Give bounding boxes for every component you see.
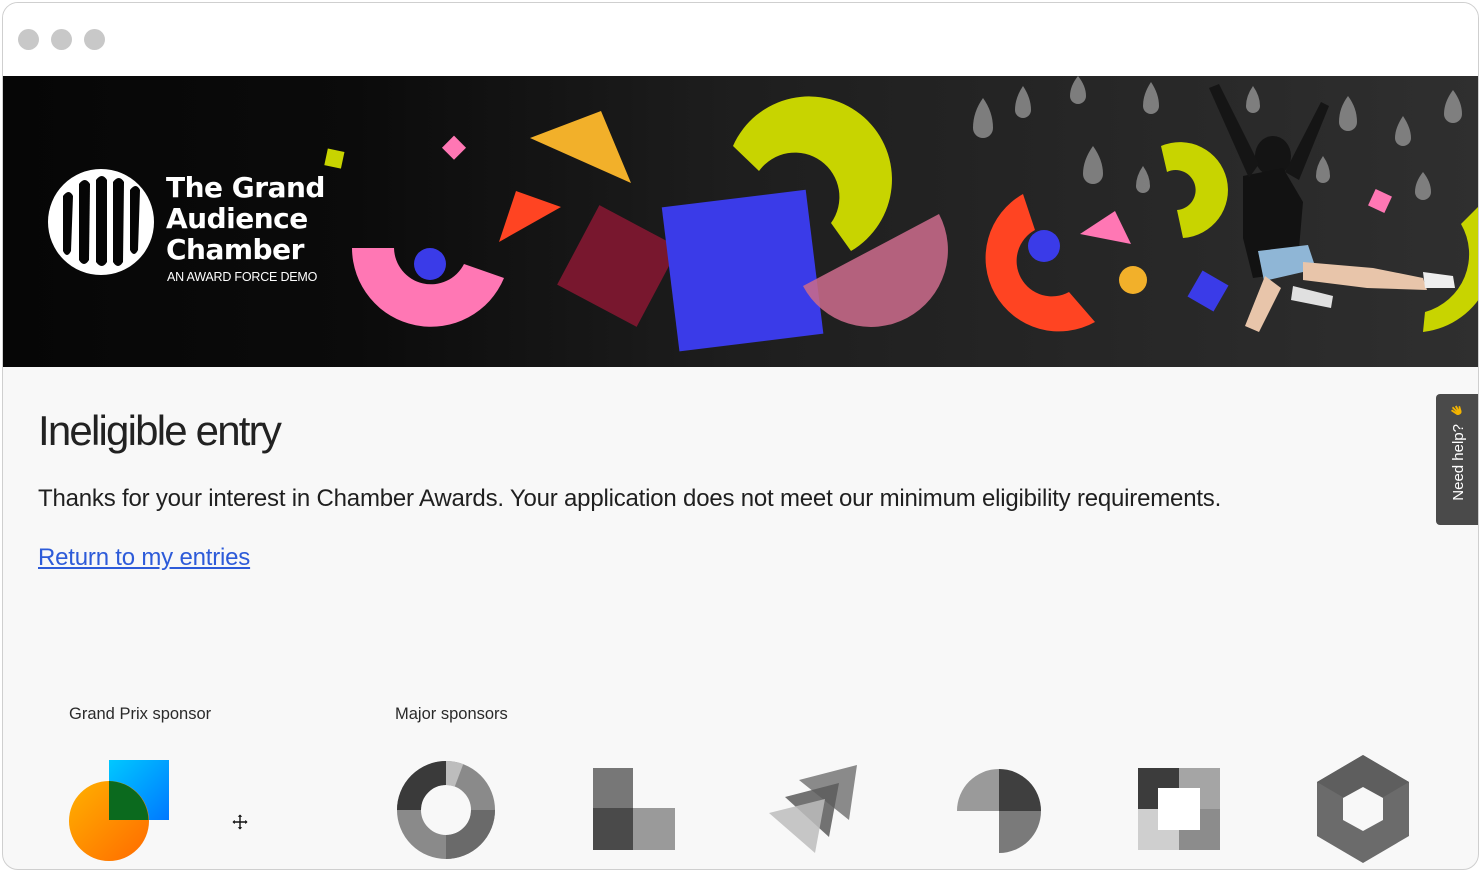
maximize-window-button[interactable] [84, 29, 105, 50]
minimize-window-button[interactable] [51, 29, 72, 50]
grand-prix-sponsor-label: Grand Prix sponsor [69, 705, 212, 723]
quarter-circles-sponsor-logo[interactable] [953, 765, 1045, 857]
need-help-tab[interactable]: Need help? [1436, 394, 1478, 525]
org-name: The Grand Audience Chamber [166, 172, 325, 265]
org-name-line-1: The Grand [166, 171, 325, 204]
move-cursor-icon [231, 813, 249, 831]
org-logo-emblem [48, 169, 154, 275]
hexagon-sponsor-logo[interactable] [1313, 753, 1413, 865]
org-name-line-3: Chamber [166, 233, 304, 266]
header-banner: The Grand Audience Chamber AN AWARD FORC… [3, 76, 1478, 367]
org-name-line-2: Audience [166, 202, 308, 235]
window-titlebar [3, 3, 1478, 76]
org-subtitle: AN AWARD FORCE DEMO [167, 270, 318, 284]
need-help-text-wrapper: Need help? [1436, 394, 1478, 525]
grand-prix-sponsor-logo[interactable] [65, 755, 175, 865]
blocks-sponsor-logo[interactable] [593, 768, 675, 850]
page-title: Ineligible entry [38, 407, 282, 454]
close-window-button[interactable] [18, 29, 39, 50]
nested-squares-sponsor-logo[interactable] [1138, 768, 1220, 850]
browser-window: The Grand Audience Chamber AN AWARD FORC… [2, 2, 1479, 870]
wave-hand-icon [1449, 404, 1467, 418]
ineligible-message: Thanks for your interest in Chamber Awar… [38, 485, 1222, 512]
jumping-person-illustration [1209, 84, 1455, 332]
arrows-sponsor-logo[interactable] [769, 765, 861, 857]
ring-sponsor-logo[interactable] [395, 759, 497, 861]
return-to-entries-link[interactable]: Return to my entries [38, 544, 250, 572]
need-help-label: Need help? [1449, 424, 1467, 501]
major-sponsors-label: Major sponsors [395, 705, 508, 723]
